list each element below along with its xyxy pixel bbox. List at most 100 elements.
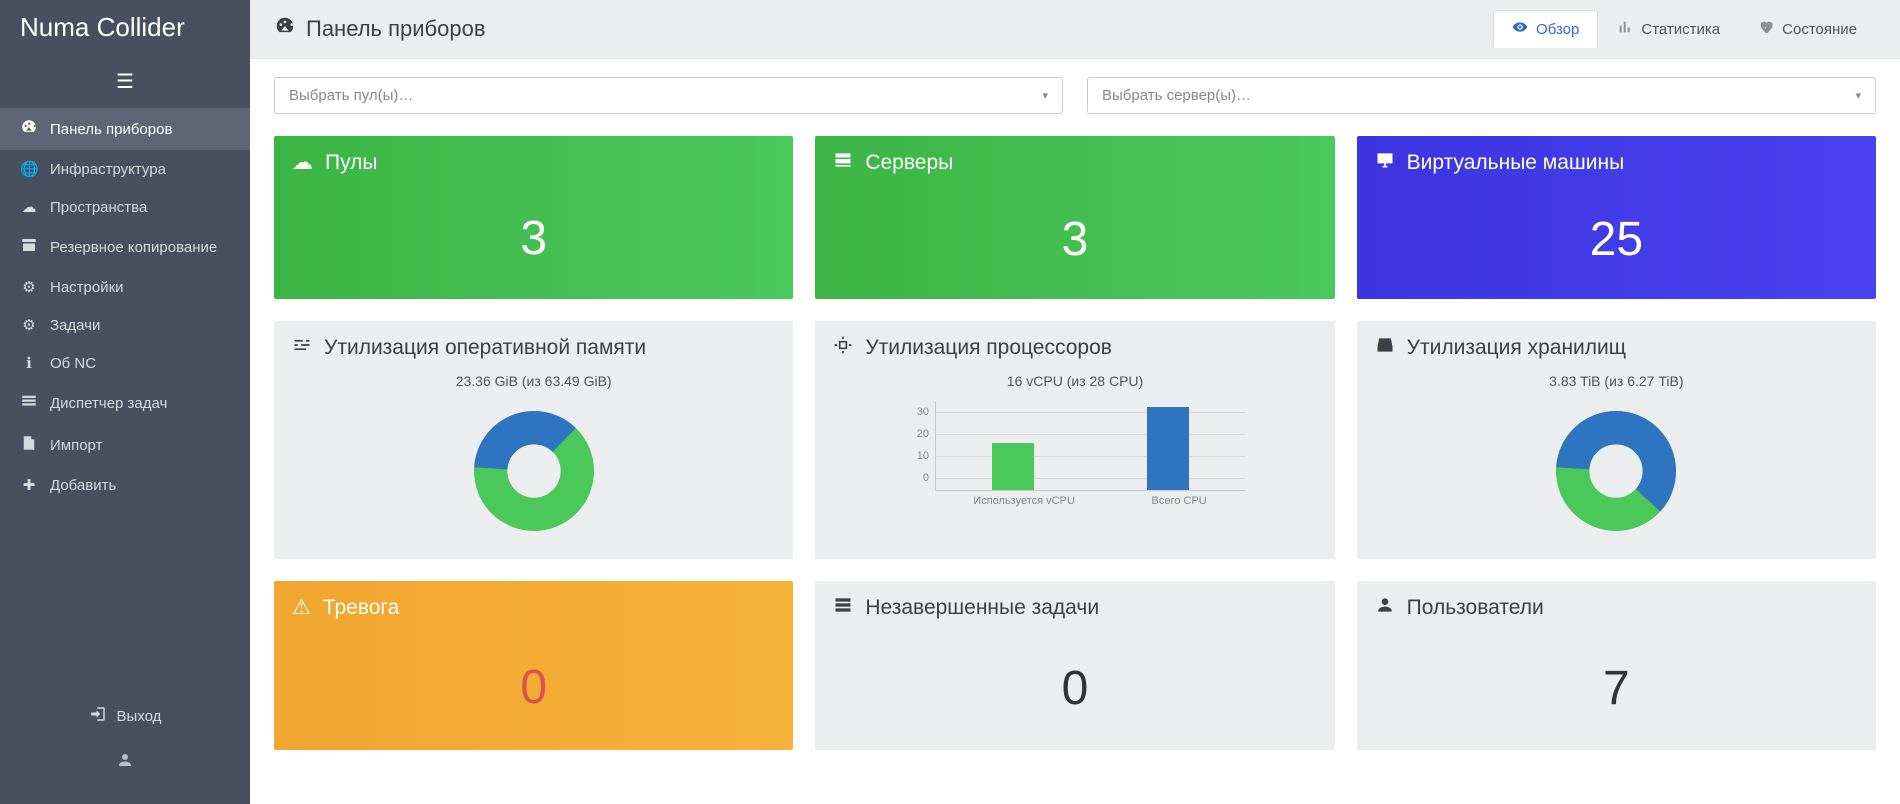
vms-card-value: 25 xyxy=(1357,190,1876,299)
alarm-card-value: 0 xyxy=(274,634,793,749)
page-title-text: Панель приборов xyxy=(306,16,486,42)
servers-card-title: Серверы xyxy=(865,151,953,175)
sidebar: Numa Collider ☰ Панель приборов 🌐 Инфрас… xyxy=(0,0,250,804)
page-title: Панель приборов xyxy=(274,15,486,43)
cpu-card-title: Утилизация процессоров xyxy=(865,336,1112,360)
sidebar-item-label: Пространства xyxy=(50,199,147,216)
filters-row: Выбрать пул(ы)… ▾ Выбрать сервер(ы)… ▾ xyxy=(250,59,1900,124)
server-select-placeholder: Выбрать сервер(ы)… xyxy=(1102,87,1251,104)
brand-title: Numa Collider xyxy=(0,0,250,61)
storage-card: Утилизация хранилищ 3.83 TiB (из 6.27 Ti… xyxy=(1357,321,1876,559)
sidebar-item-add[interactable]: ✚ Добавить xyxy=(0,466,250,504)
sidebar-item-label: Импорт xyxy=(50,437,102,454)
alarm-card-title: Тревога xyxy=(323,596,399,620)
cpu-ytick-10: 10 xyxy=(905,450,935,462)
eye-icon xyxy=(1512,19,1528,39)
vms-card-title: Виртуальные машины xyxy=(1407,151,1625,175)
vms-card[interactable]: Виртуальные машины 25 xyxy=(1357,136,1876,299)
sidebar-item-tasks[interactable]: ⚙​ Задачи xyxy=(0,306,250,344)
cpu-ytick-0: 0 xyxy=(905,472,935,484)
server-select[interactable]: Выбрать сервер(ы)… ▾ xyxy=(1087,77,1876,114)
sidebar-nav: Панель приборов 🌐 Инфраструктура ☁ Прост… xyxy=(0,108,250,504)
ram-card: Утилизация оперативной памяти 23.36 GiB … xyxy=(274,321,793,559)
pool-select-placeholder: Выбрать пул(ы)… xyxy=(289,87,413,104)
main: Панель приборов Обзор Статистика Состоян… xyxy=(250,0,1900,804)
users-card-title: Пользователи xyxy=(1407,596,1544,620)
gauge-icon xyxy=(274,15,296,43)
sidebar-item-label: Резервное копирование xyxy=(50,239,217,256)
storage-card-sub: 3.83 TiB (из 6.27 TiB) xyxy=(1357,373,1876,389)
cpu-xlabel-total: Всего CPU xyxy=(1152,495,1207,507)
tab-health[interactable]: Состояние xyxy=(1739,10,1876,48)
pool-select[interactable]: Выбрать пул(ы)… ▾ xyxy=(274,77,1063,114)
sidebar-item-dashboard[interactable]: Панель приборов xyxy=(0,108,250,150)
sidebar-item-import[interactable]: Импорт xyxy=(0,424,250,466)
tasks-icon xyxy=(833,595,853,621)
storage-card-title: Утилизация хранилищ xyxy=(1407,336,1626,360)
menu-toggle-icon[interactable]: ☰ xyxy=(0,61,250,108)
sidebar-item-settings[interactable]: ⚙ Настройки xyxy=(0,268,250,306)
sidebar-item-task-manager[interactable]: Диспетчер задач xyxy=(0,382,250,424)
sidebar-item-spaces[interactable]: ☁ Пространства xyxy=(0,188,250,226)
tab-label: Состояние xyxy=(1782,21,1857,38)
sidebar-item-label: Панель приборов xyxy=(50,121,172,138)
archive-icon xyxy=(20,236,38,258)
cpu-card-sub: 16 vCPU (из 28 CPU) xyxy=(815,373,1334,389)
cpu-ytick-20: 20 xyxy=(905,428,935,440)
monitor-icon xyxy=(1375,150,1395,176)
users-card[interactable]: Пользователи 7 xyxy=(1357,581,1876,750)
plus-icon: ✚ xyxy=(20,476,38,494)
sidebar-item-label: Настройки xyxy=(50,279,124,296)
logout-icon xyxy=(89,705,107,727)
heartbeat-icon xyxy=(1758,19,1774,39)
import-icon xyxy=(20,434,38,456)
globe-icon: 🌐 xyxy=(20,160,38,178)
gear-icon: ⚙ xyxy=(20,278,38,296)
header: Панель приборов Обзор Статистика Состоян… xyxy=(250,0,1900,59)
pending-tasks-card-value: 0 xyxy=(815,635,1334,750)
tab-statistics[interactable]: Статистика xyxy=(1598,10,1739,48)
caret-down-icon: ▾ xyxy=(1042,89,1048,102)
pending-tasks-card[interactable]: Незавершенные задачи 0 xyxy=(815,581,1334,750)
user-icon xyxy=(1375,595,1395,621)
tab-label: Обзор xyxy=(1536,21,1579,38)
cpu-bar-vcpu xyxy=(992,443,1034,490)
cloud-icon: ☁ xyxy=(20,198,38,216)
pools-card-title: Пулы xyxy=(325,151,377,175)
pending-tasks-card-title: Незавершенные задачи xyxy=(865,596,1099,620)
alarm-card[interactable]: ⚠ Тревога 0 xyxy=(274,581,793,750)
cpu-xlabel-vcpu: Используется vCPU xyxy=(973,495,1075,507)
storage-donut-chart xyxy=(1357,389,1876,559)
list-icon xyxy=(20,392,38,414)
cpu-ytick-30: 30 xyxy=(905,406,935,418)
disk-icon xyxy=(1375,335,1395,361)
sidebar-item-infrastructure[interactable]: 🌐 Инфраструктура xyxy=(0,150,250,188)
gauge-icon xyxy=(20,118,38,140)
logout-label: Выход xyxy=(117,708,162,725)
logout-button[interactable]: Выход xyxy=(0,695,250,737)
sidebar-item-about[interactable]: ℹ Об NC xyxy=(0,344,250,382)
ram-card-sub: 23.36 GiB (из 63.49 GiB) xyxy=(274,373,793,389)
dashboard-grid: ☁ Пулы 3 Серверы 3 Виртуальные машины 25 xyxy=(250,124,1900,774)
sidebar-bottom: Выход xyxy=(0,695,250,804)
sidebar-item-backup[interactable]: Резервное копирование xyxy=(0,226,250,268)
sidebar-item-label: Добавить xyxy=(50,477,116,494)
tab-overview[interactable]: Обзор xyxy=(1493,10,1598,48)
pools-card-value: 3 xyxy=(274,189,793,298)
gears-icon: ⚙​ xyxy=(20,316,38,334)
cpu-bar-total xyxy=(1147,407,1189,490)
sidebar-item-label: Диспетчер задач xyxy=(50,395,167,412)
cloud-icon: ☁ xyxy=(292,150,313,175)
users-card-value: 7 xyxy=(1357,635,1876,750)
sidebar-item-label: Инфраструктура xyxy=(50,161,166,178)
servers-card[interactable]: Серверы 3 xyxy=(815,136,1334,299)
cpu-bar-chart: 30 20 10 0 Используется vCPU Всего CPU xyxy=(815,389,1334,525)
caret-down-icon: ▾ xyxy=(1855,89,1861,102)
warning-icon: ⚠ xyxy=(292,595,311,620)
ram-card-title: Утилизация оперативной памяти xyxy=(324,336,646,360)
cpu-icon xyxy=(833,335,853,361)
ram-donut-chart xyxy=(274,389,793,559)
pools-card[interactable]: ☁ Пулы 3 xyxy=(274,136,793,299)
info-icon: ℹ xyxy=(20,354,38,372)
user-menu-icon[interactable] xyxy=(0,751,250,774)
